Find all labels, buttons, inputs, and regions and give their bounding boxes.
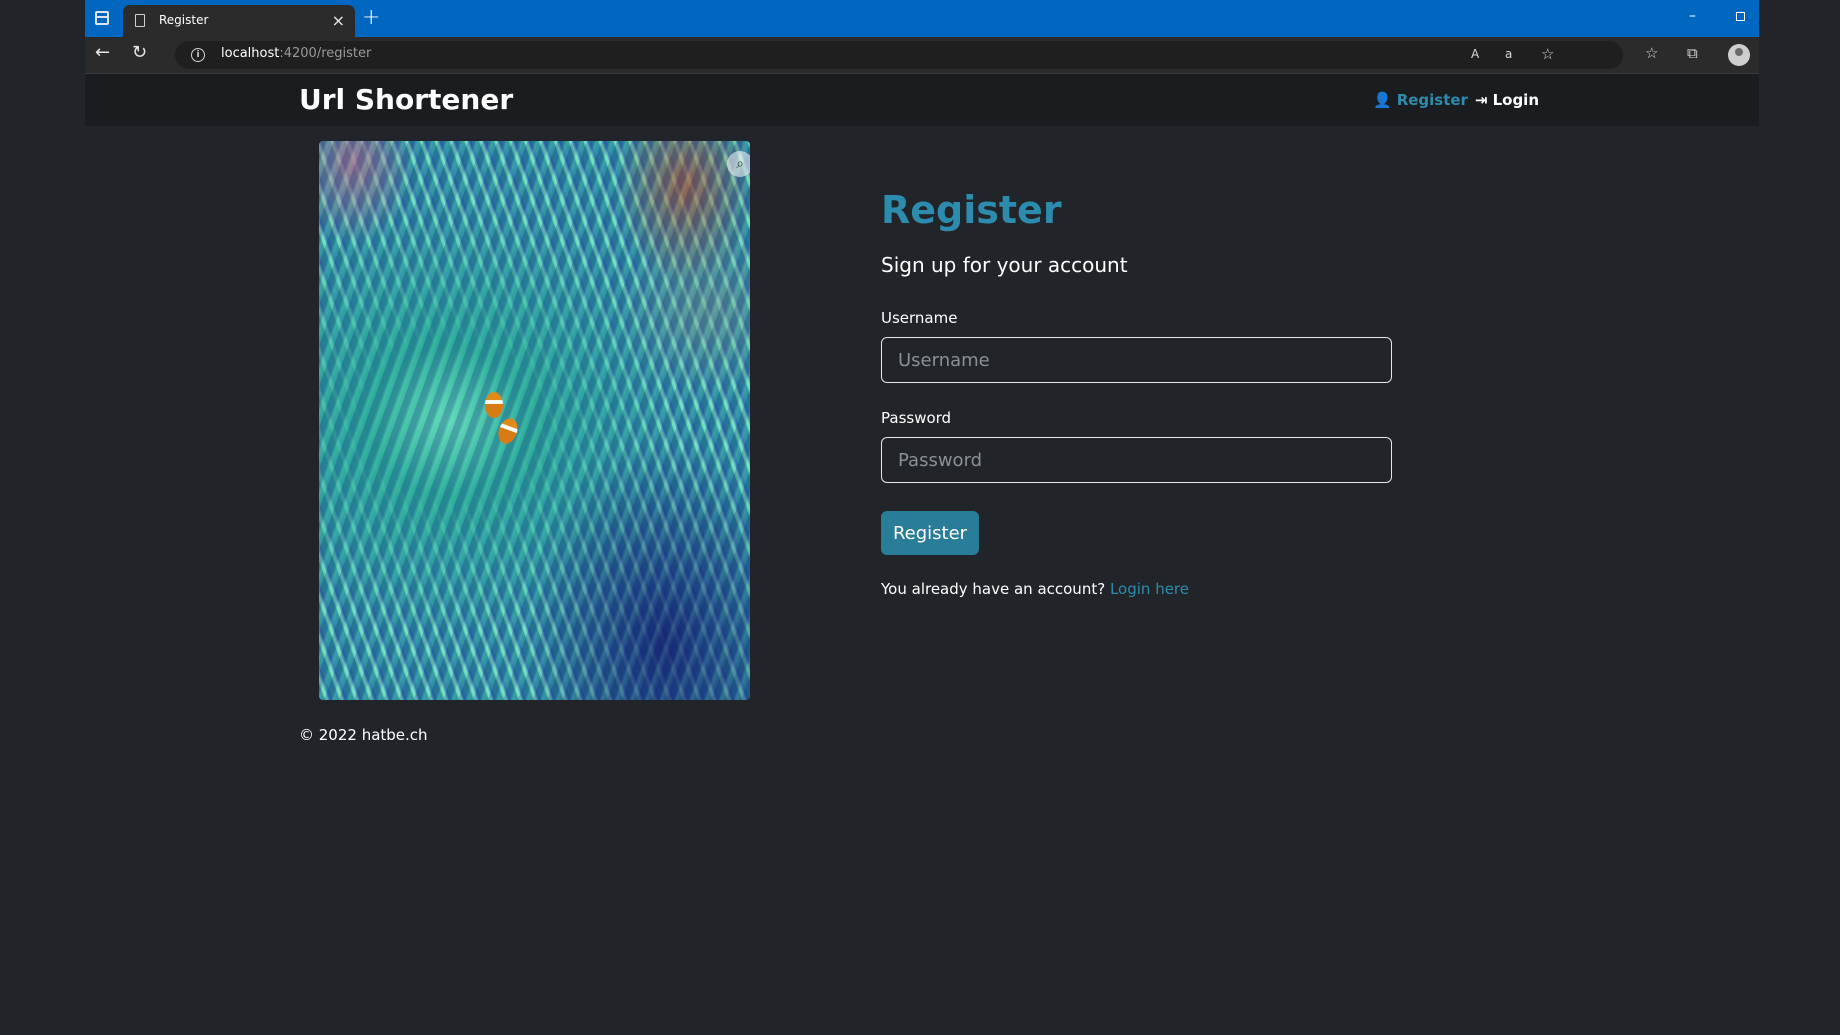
back-icon[interactable]: ← <box>95 42 110 63</box>
maximize-button[interactable] <box>1736 12 1745 21</box>
nav-login-label: Login <box>1492 91 1539 109</box>
tab-title: Register <box>159 13 209 27</box>
address-bar[interactable]: i localhost:4200/register A a ☆ <box>175 41 1623 69</box>
site-brand[interactable]: Url Shortener <box>299 83 513 116</box>
browser-toolbar: ← ↻ i localhost:4200/register A a ☆ ☆ ⧉ <box>85 37 1759 74</box>
add-favorite-icon[interactable]: ☆ <box>1541 45 1554 63</box>
info-icon[interactable]: i <box>191 48 205 62</box>
url-text[interactable]: localhost:4200/register <box>221 46 371 61</box>
footer-copyright: © 2022 hatbe.ch <box>299 726 428 744</box>
register-button[interactable]: Register <box>881 511 979 555</box>
password-input[interactable] <box>881 437 1392 483</box>
login-here-link[interactable]: Login here <box>1110 580 1189 598</box>
sign-in-icon: ⇥ <box>1475 91 1488 109</box>
favorites-icon[interactable]: ☆ <box>1645 44 1658 62</box>
clownfish-1 <box>485 392 503 418</box>
browser-tab[interactable]: Register × <box>123 5 355 37</box>
profile-icon[interactable] <box>1728 44 1750 66</box>
username-input[interactable] <box>881 337 1392 383</box>
password-label: Password <box>881 409 952 427</box>
read-aloud-icon[interactable]: A <box>1471 47 1479 61</box>
login-prompt: You already have an account? Login here <box>881 580 1189 598</box>
site-navbar: Url Shortener 👤 Register ⇥ Login <box>85 74 1759 126</box>
url-path: :4200/register <box>279 46 372 61</box>
page-subtitle: Sign up for your account <box>881 253 1128 277</box>
minimize-button[interactable]: – <box>1689 8 1696 24</box>
user-plus-icon: 👤 <box>1373 91 1392 109</box>
refresh-icon[interactable]: ↻ <box>132 42 147 63</box>
page-title: Register <box>881 188 1062 232</box>
visual-search-icon[interactable]: ⌕ <box>727 151 750 177</box>
nav-register-label: Register <box>1396 91 1468 109</box>
nav-register-link[interactable]: 👤 Register <box>1373 91 1468 109</box>
page-icon <box>135 14 145 27</box>
username-label: Username <box>881 309 958 327</box>
photo-texture <box>319 141 750 700</box>
collections-icon[interactable]: ⧉ <box>1687 44 1698 62</box>
login-prompt-text: You already have an account? <box>881 580 1106 598</box>
url-host: localhost <box>221 46 280 61</box>
nav-login-link[interactable]: ⇥ Login <box>1475 91 1539 109</box>
tab-actions-icon[interactable] <box>95 11 109 25</box>
new-tab-button[interactable]: + <box>362 5 380 30</box>
close-tab-icon[interactable]: × <box>332 11 345 30</box>
translate-icon[interactable]: a <box>1505 47 1512 61</box>
browser-titlebar: Register × + – <box>85 0 1759 37</box>
anemone-clownfish-photo: ⌕ <box>319 141 750 700</box>
